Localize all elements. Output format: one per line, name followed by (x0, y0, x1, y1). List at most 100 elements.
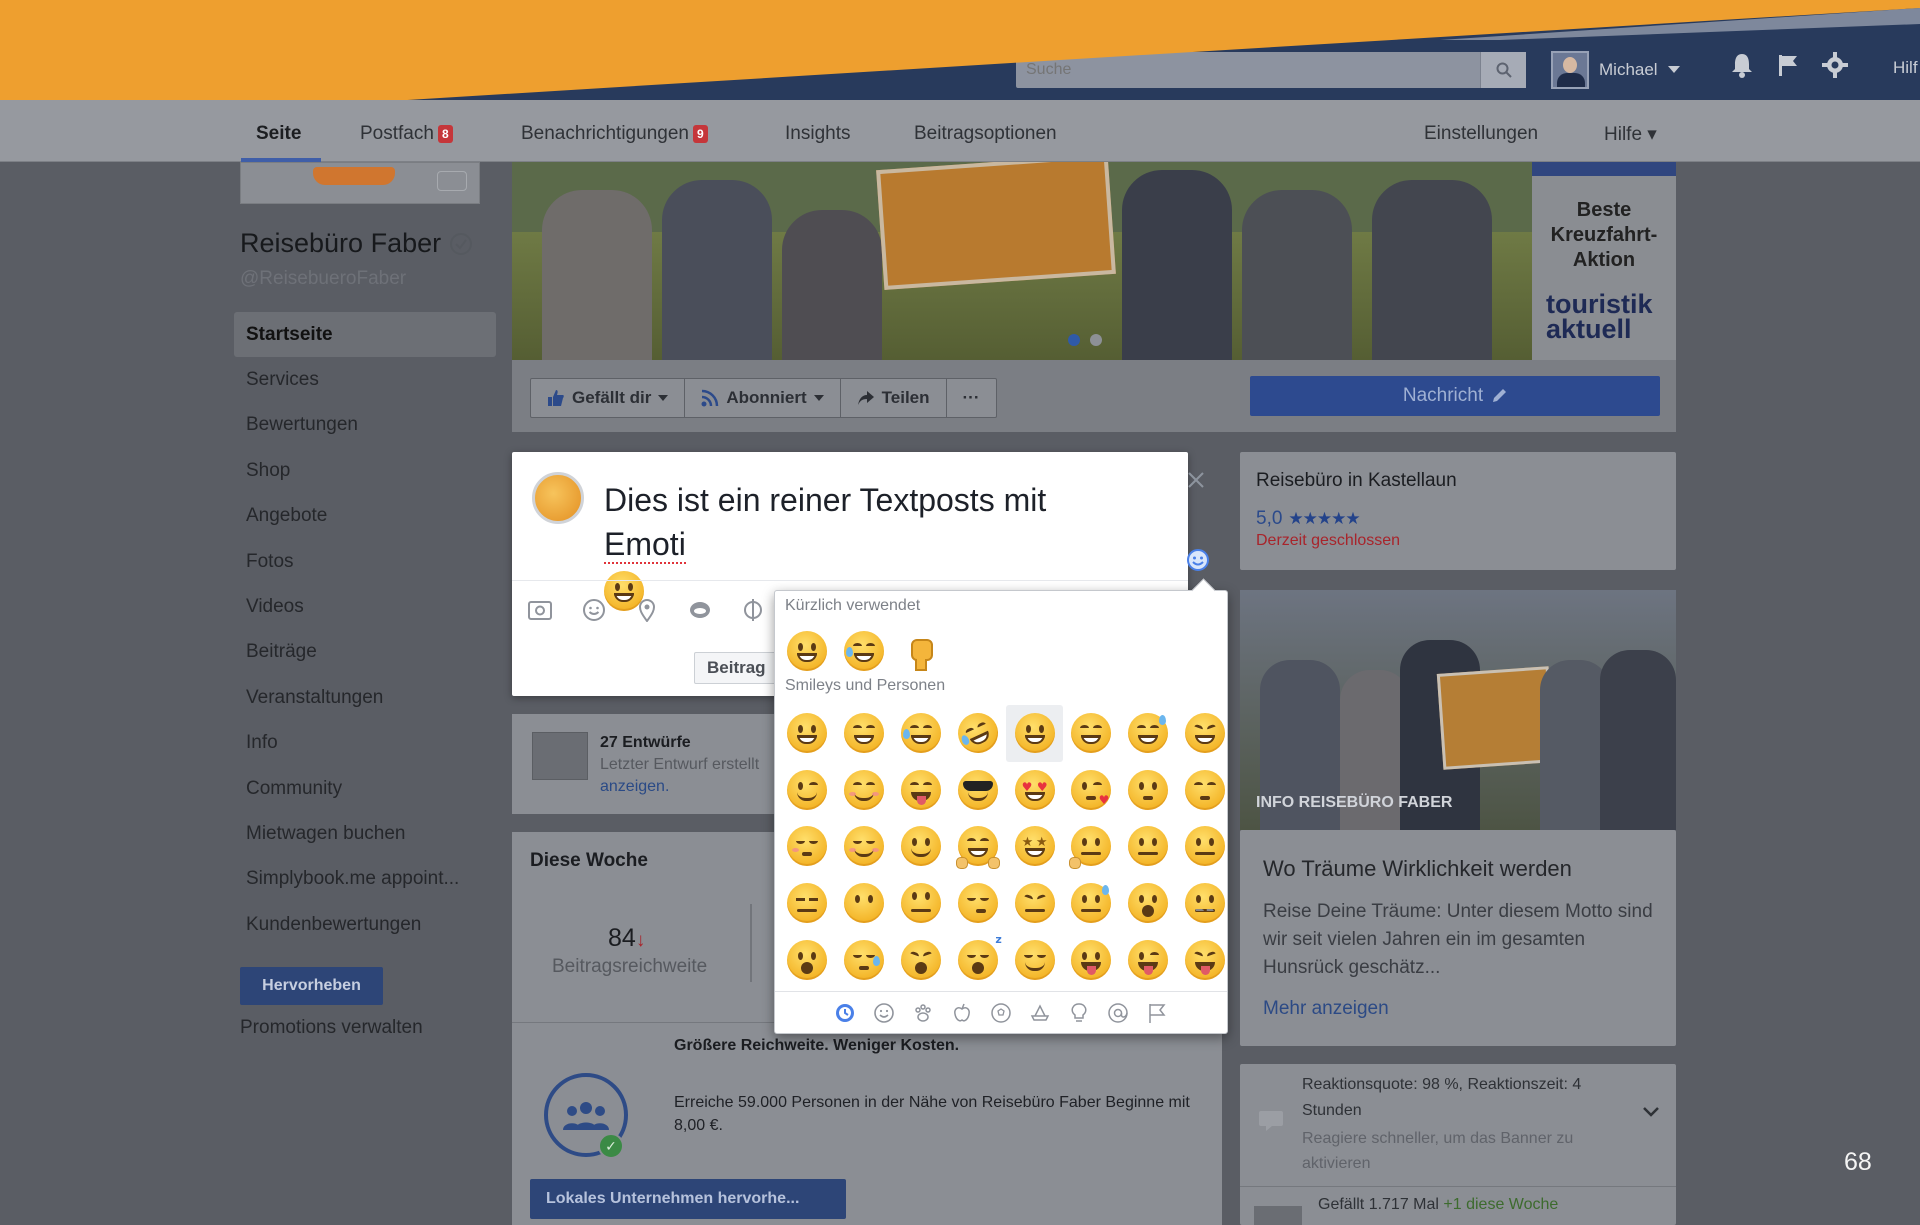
emoji-hushed[interactable] (779, 931, 836, 988)
sidebar-item-bewertungen[interactable]: Bewertungen (234, 403, 496, 448)
emoji-kissing-smiling-eyes[interactable] (1177, 762, 1234, 819)
team-photo[interactable]: INFO REISEBÜRO FABER (1240, 590, 1676, 830)
sidebar-item-startseite[interactable]: Startseite (234, 312, 496, 358)
tab-postfach[interactable]: Postfach 8 (360, 123, 453, 145)
location-pin-icon[interactable] (636, 598, 658, 622)
apple-icon[interactable] (951, 1002, 973, 1024)
emoji-hug[interactable] (949, 818, 1006, 875)
like-button[interactable]: Gefällt dir (531, 379, 686, 417)
emoji-smirk[interactable] (949, 875, 1006, 932)
sidebar-item-info[interactable]: Info (234, 721, 496, 766)
sticker-icon[interactable] (688, 599, 712, 621)
cover-slide-dots[interactable] (1068, 334, 1102, 346)
smiley-icon[interactable] (873, 1002, 895, 1024)
post-button[interactable]: Beitrag (694, 652, 779, 684)
emoji-squint-tongue[interactable] (1177, 931, 1234, 988)
emoji-sleeping[interactable]: z (949, 931, 1006, 988)
profile-picture[interactable] (240, 162, 480, 204)
emoji-joy[interactable] (836, 623, 893, 679)
emoji-rofl[interactable] (949, 705, 1006, 762)
paw-icon[interactable] (912, 1002, 934, 1024)
tab-beitragsoptionen[interactable]: Beitragsoptionen (914, 123, 1057, 145)
sidebar-item-beitraege[interactable]: Beiträge (234, 630, 496, 675)
sidebar-item-fotos[interactable]: Fotos (234, 539, 496, 584)
tab-hilfe[interactable]: Hilfe ▾ (1604, 123, 1657, 146)
message-button[interactable]: Nachricht (1250, 376, 1660, 416)
share-button[interactable]: Teilen (841, 379, 947, 417)
emoji-sunglasses[interactable] (949, 762, 1006, 819)
emoji-wink[interactable] (779, 762, 836, 819)
flag-outline-icon[interactable] (1146, 1002, 1168, 1024)
more-options-button[interactable]: ··· (947, 379, 996, 417)
emoji-grinning[interactable] (779, 705, 836, 762)
sidebar-item-services[interactable]: Services (234, 357, 496, 402)
location-title: Reisebüro in Kastellaun (1256, 470, 1457, 491)
ball-icon[interactable] (990, 1002, 1012, 1024)
postfach-badge: 8 (437, 125, 453, 143)
emoji-wink-tongue[interactable] (1120, 931, 1177, 988)
sidebar-item-community[interactable]: Community (234, 766, 496, 811)
follow-button[interactable]: Abonniert (685, 379, 841, 417)
emoji-laughing[interactable] (1177, 705, 1234, 762)
at-icon[interactable] (1107, 1002, 1129, 1024)
emoji-zipper-mouth[interactable] (1177, 875, 1234, 932)
sidebar-item-mietwagen[interactable]: Mietwagen buchen (234, 811, 496, 856)
rating: 5,0 ★★★★★ (1256, 508, 1361, 529)
emoji-tongue[interactable] (1063, 931, 1120, 988)
clock-icon[interactable] (834, 1002, 856, 1024)
emoji-no-mouth[interactable] (836, 875, 893, 932)
emoji-smiley[interactable] (1006, 705, 1063, 762)
photo-icon[interactable] (528, 599, 552, 621)
tab-seite[interactable]: Seite (256, 123, 301, 145)
emoji-sleepy[interactable] (836, 931, 893, 988)
emoji-disappointed-relieved[interactable] (1063, 875, 1120, 932)
show-more-link[interactable]: Mehr anzeigen (1263, 998, 1389, 1020)
emoji-relieved[interactable] (1006, 931, 1063, 988)
travel-icon[interactable] (1029, 1002, 1051, 1024)
emoji-slight-smile[interactable] (893, 818, 950, 875)
emoji-star-struck[interactable]: ★ ★ (1006, 818, 1063, 875)
chevron-down-icon[interactable] (1642, 1106, 1660, 1118)
tab-insights[interactable]: Insights (785, 123, 850, 145)
emoji-expressionless[interactable] (779, 875, 836, 932)
close-icon[interactable] (1186, 470, 1206, 490)
camera-icon[interactable] (437, 171, 467, 191)
tab-einstellungen[interactable]: Einstellungen (1424, 123, 1538, 145)
sidebar-item-kundenbewertungen[interactable]: Kundenbewertungen (234, 902, 496, 947)
emoji-tired[interactable] (893, 931, 950, 988)
sidebar-item-shop[interactable]: Shop (234, 448, 496, 493)
feeling-smiley-icon[interactable] (582, 598, 606, 622)
emoji-neutral[interactable] (1177, 818, 1234, 875)
emoji-persevere[interactable] (1006, 875, 1063, 932)
sidebar-item-simplybook[interactable]: Simplybook.me appoint... (234, 857, 496, 902)
target-icon[interactable] (742, 599, 764, 621)
promote-local-button[interactable]: Lokales Unternehmen hervorhe... (530, 1179, 846, 1219)
sidebar-item-veranstaltungen[interactable]: Veranstaltungen (234, 675, 496, 720)
sidebar-item-videos[interactable]: Videos (234, 584, 496, 629)
tab-benachrichtigungen[interactable]: Benachrichtigungen 9 (521, 123, 708, 145)
emoji-kissing-heart[interactable]: ♥ (1063, 762, 1120, 819)
emoji-thinking[interactable] (1063, 818, 1120, 875)
emoji-heart-eyes[interactable]: ♥ ♥ (1006, 762, 1063, 819)
sidebar-item-angebote[interactable]: Angebote (234, 494, 496, 539)
bulb-icon[interactable] (1068, 1002, 1090, 1024)
emoji-relaxed[interactable] (836, 818, 893, 875)
emoji-raised-eyebrow[interactable] (1120, 818, 1177, 875)
manage-promotions-link[interactable]: Promotions verwalten (240, 1017, 423, 1039)
emoji-kissing[interactable] (1120, 762, 1177, 819)
emoji-kissing-closed-eyes[interactable] (779, 818, 836, 875)
emoji-grinning[interactable] (779, 623, 836, 679)
emoji-picker-toggle-icon[interactable] (1186, 548, 1210, 572)
emoji-smile[interactable] (1063, 705, 1120, 762)
emoji-joy[interactable] (893, 705, 950, 762)
cover-photo[interactable]: Beste Kreuzfahrt-Aktion touristik aktuell (512, 162, 1676, 360)
promote-button[interactable]: Hervorheben (240, 967, 383, 1005)
emoji-fist[interactable] (893, 623, 950, 679)
emoji-eye-roll[interactable] (893, 875, 950, 932)
emoji-blush[interactable] (836, 762, 893, 819)
emoji-open-mouth[interactable] (1120, 875, 1177, 932)
emoji-yum[interactable] (893, 762, 950, 819)
emoji-grin[interactable] (836, 705, 893, 762)
emoji-sweat-smile[interactable] (1120, 705, 1177, 762)
drafts-link[interactable]: anzeigen. (600, 778, 669, 796)
